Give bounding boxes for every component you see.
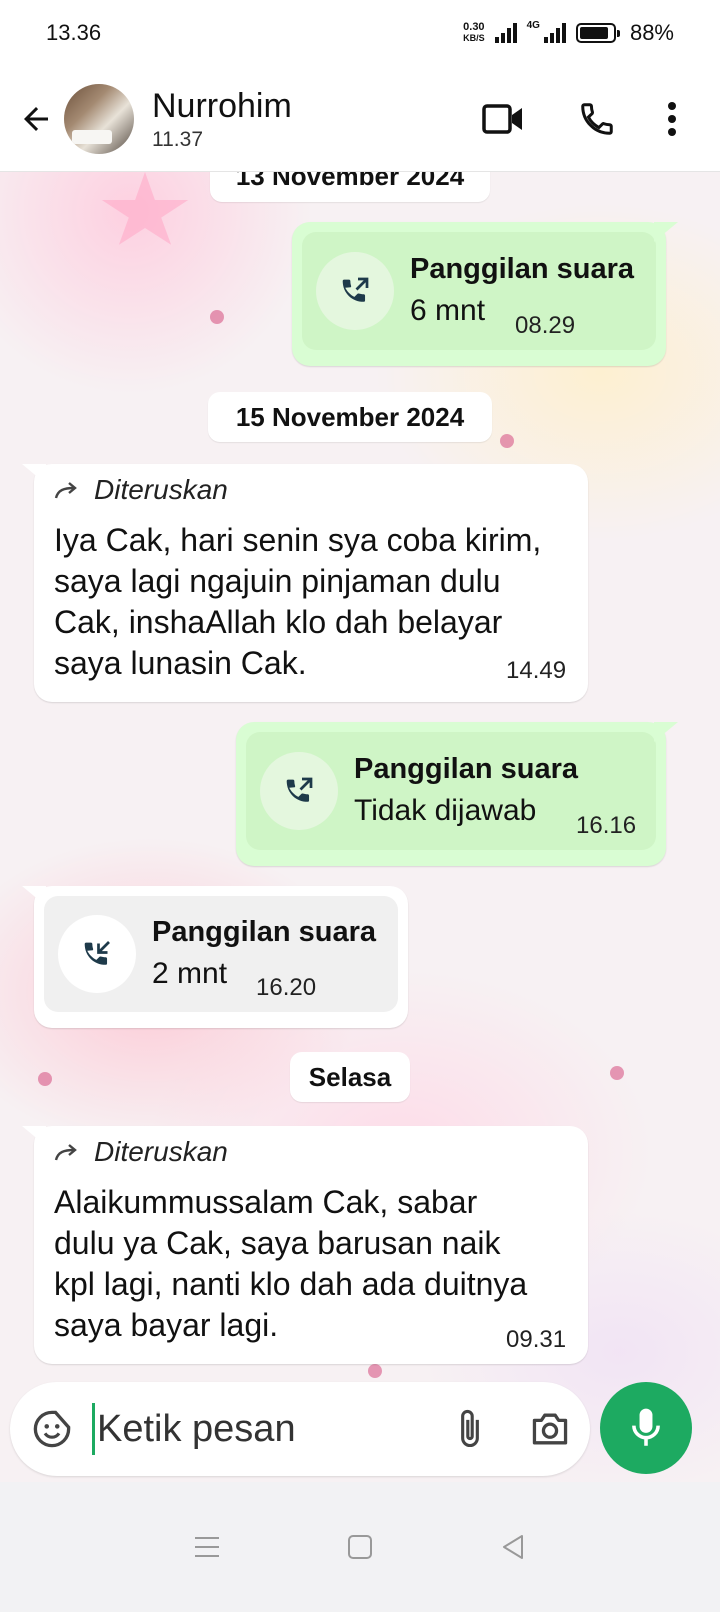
date-chip: 15 November 2024 xyxy=(208,392,492,442)
camera-icon xyxy=(532,1413,568,1445)
contact-info[interactable]: Nurrohim 11.37 xyxy=(152,86,456,152)
last-seen: 11.37 xyxy=(152,127,203,151)
forwarded-label-row: Diteruskan xyxy=(54,1136,568,1168)
wallpaper-star xyxy=(101,172,189,245)
home-button[interactable] xyxy=(330,1517,390,1577)
network-speed-value: 0.30 xyxy=(463,21,485,33)
call-message-outgoing[interactable]: Panggilan suara 6 mnt 08.29 xyxy=(292,222,666,366)
call-title: Panggilan suara xyxy=(152,916,377,948)
chat-header: Nurrohim 11.37 xyxy=(0,66,720,172)
incoming-call-icon xyxy=(84,941,110,965)
message-time: 09.31 xyxy=(506,1326,567,1353)
wallpaper-flower xyxy=(500,434,514,448)
forward-icon xyxy=(54,482,77,499)
square-icon xyxy=(347,1535,372,1559)
message-incoming[interactable]: Diteruskan Alaikummussalam Cak, sabar du… xyxy=(34,1126,588,1364)
paperclip-icon xyxy=(461,1409,479,1447)
signal-icon-2 xyxy=(543,23,566,43)
message-line: saya lunasin Cak. xyxy=(54,645,307,681)
date-chip: 13 November 2024 xyxy=(210,172,490,202)
battery-icon xyxy=(575,23,620,43)
chat-area[interactable]: 13 November 2024 Panggilan suara 6 mnt 0… xyxy=(0,172,720,1524)
status-icons: 0.30 KB/S 4G 88% xyxy=(463,20,674,46)
system-nav-bar xyxy=(0,1482,720,1612)
recents-button[interactable] xyxy=(177,1517,237,1577)
phone-icon xyxy=(581,102,613,135)
message-line: Alaikummussalam Cak, sabar xyxy=(54,1184,478,1220)
outgoing-call-icon xyxy=(342,277,369,302)
message-composer: Ketik pesan xyxy=(10,1382,590,1476)
call-title: Panggilan suara xyxy=(354,753,579,785)
message-line: Cak, inshaAllah klo dah belayar xyxy=(54,604,503,640)
wallpaper-flower xyxy=(38,1072,52,1086)
call-message-outgoing[interactable]: Panggilan suara Tidak dijawab 16.16 xyxy=(236,722,666,866)
message-line: saya bayar lagi. xyxy=(54,1307,279,1343)
call-title: Panggilan suara xyxy=(410,253,635,285)
more-options-button[interactable] xyxy=(644,89,700,149)
forwarded-label-row: Diteruskan xyxy=(54,474,568,506)
wallpaper-flower xyxy=(610,1066,624,1080)
wallpaper-flower xyxy=(368,1364,382,1378)
message-time: 08.29 xyxy=(515,312,576,339)
message-line: kpl lagi, nanti klo dah ada duitnya xyxy=(54,1266,528,1302)
network-speed: 0.30 KB/S xyxy=(463,22,485,44)
message-line: dulu ya Cak, saya barusan naik xyxy=(54,1225,501,1261)
contact-name: Nurrohim xyxy=(152,86,292,125)
status-time: 13.36 xyxy=(46,20,102,45)
call-icon-wrap xyxy=(316,252,394,330)
mic-icon xyxy=(632,1408,660,1446)
battery-percent: 88% xyxy=(629,20,674,45)
network-speed-unit: KB/S xyxy=(463,33,485,43)
status-bar: 13.36 0.30 KB/S 4G 88% xyxy=(0,0,720,66)
outgoing-call-icon xyxy=(286,777,313,802)
message-text: Alaikummussalam Cak, sabar dulu ya Cak, … xyxy=(54,1182,568,1346)
message-line: saya lagi ngajuin pinjaman dulu xyxy=(54,563,501,599)
video-call-icon xyxy=(482,103,522,134)
date-chip: Selasa xyxy=(290,1052,410,1102)
forwarded-label: Diteruskan xyxy=(94,474,228,505)
sticker-button[interactable] xyxy=(12,1408,92,1450)
message-time: 16.20 xyxy=(256,974,317,1001)
triangle-back-icon xyxy=(503,1535,524,1559)
message-line: Iya Cak, hari senin sya coba kirim, xyxy=(54,522,542,558)
forwarded-label: Diteruskan xyxy=(94,1136,228,1167)
avatar[interactable] xyxy=(64,83,134,154)
call-status: Tidak dijawab xyxy=(354,794,537,827)
call-message-incoming[interactable]: Panggilan suara 2 mnt 16.20 xyxy=(34,886,408,1028)
attach-button[interactable] xyxy=(430,1407,510,1451)
call-card[interactable]: Panggilan suara 6 mnt xyxy=(302,232,656,350)
back-nav-button[interactable] xyxy=(483,1517,543,1577)
forward-icon xyxy=(54,1144,77,1161)
network-type: 4G xyxy=(526,20,540,31)
message-text: Iya Cak, hari senin sya coba kirim, saya… xyxy=(54,520,568,684)
call-text: Panggilan suara Tidak dijawab xyxy=(354,751,578,831)
video-call-button[interactable] xyxy=(456,89,550,149)
sticker-icon xyxy=(33,1410,71,1448)
message-input[interactable]: Ketik pesan xyxy=(92,1403,430,1455)
menu-lines-icon xyxy=(194,1537,219,1557)
more-vert-icon xyxy=(668,101,676,136)
call-icon-wrap xyxy=(58,915,136,993)
voice-call-button[interactable] xyxy=(550,89,644,149)
message-time: 14.49 xyxy=(506,657,567,684)
call-icon-wrap xyxy=(260,752,338,830)
wallpaper-flower xyxy=(210,310,224,324)
camera-button[interactable] xyxy=(510,1410,590,1448)
voice-record-button[interactable] xyxy=(600,1382,692,1474)
header-actions xyxy=(456,89,700,149)
signal-icon xyxy=(494,23,517,43)
arrow-left-icon xyxy=(24,106,48,131)
call-card[interactable]: Panggilan suara 2 mnt xyxy=(44,896,398,1012)
message-incoming[interactable]: Diteruskan Iya Cak, hari senin sya coba … xyxy=(34,464,588,702)
back-button[interactable] xyxy=(8,101,64,137)
message-time: 16.16 xyxy=(576,812,637,839)
